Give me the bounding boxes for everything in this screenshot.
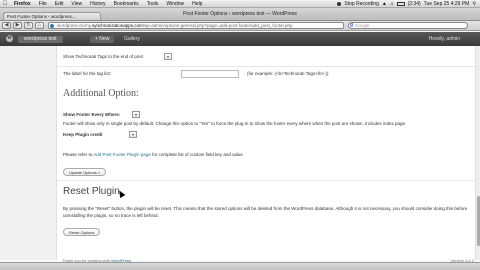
show-footer-everywhere-select[interactable]: ▾ <box>132 111 140 118</box>
divider <box>57 66 480 67</box>
chevron-down-icon: ▾ <box>134 112 137 117</box>
apple-icon[interactable]:  <box>0 1 10 7</box>
add-post-footer-plugin-link[interactable]: Add Post Footer Plugin page <box>93 152 151 157</box>
menu-tools[interactable]: Tools <box>143 1 163 7</box>
google-search-icon: g <box>350 22 354 28</box>
keep-credit-select[interactable]: ▾ <box>129 131 137 138</box>
admin-bar-new-button[interactable]: + New <box>90 36 115 43</box>
reset-desc-line2: uninstalling the plugin, so no trace is … <box>63 213 159 218</box>
reset-desc-line1: By pressing the "Reset" button, the plug… <box>63 206 468 211</box>
technorati-label: Show Technorati Tags to the end of post <box>63 54 143 59</box>
menu-file[interactable]: File <box>35 1 51 7</box>
mac-menubar:  Firefox File Edit View History Bookmar… <box>0 0 480 8</box>
reload-icon: ↻ <box>26 22 31 28</box>
refer-suffix: for complete list of custom field key an… <box>150 152 243 157</box>
technorati-select[interactable]: ▾ <box>164 53 172 60</box>
tag-list-hint: (for example: (<b>Technorati Tags</b>:)) <box>247 71 329 76</box>
refer-text: Please refer to Add Post Footer Plugin p… <box>63 152 243 157</box>
vertical-scrollbar[interactable] <box>475 46 480 260</box>
browser-status-bar <box>0 262 480 270</box>
wifi-icon: ▲ <box>381 0 387 7</box>
url-domain: synchronizationapps.com <box>91 23 143 28</box>
admin-bar-gallery[interactable]: Gallery <box>124 36 140 43</box>
tag-list-field[interactable] <box>181 70 239 78</box>
home-icon: ⌂ <box>37 22 42 28</box>
additional-option-heading: Additional Option: <box>63 88 139 99</box>
clock[interactable]: Tue Sep 25 4:29 PM <box>424 1 470 7</box>
wp-admin-bar: W wordpress test + New Gallery Howdy, ad… <box>0 32 480 46</box>
admin-sidebar <box>0 46 56 260</box>
menu-firefox[interactable]: Firefox <box>10 1 35 7</box>
site-favicon-icon <box>50 24 54 28</box>
record-icon <box>337 1 342 6</box>
home-button[interactable]: ⌂ <box>35 22 44 29</box>
reset-options-button[interactable]: Reset Options <box>63 228 101 236</box>
search-input[interactable]: g Google <box>348 22 468 29</box>
menu-view[interactable]: View <box>67 1 86 7</box>
menu-window[interactable]: Window <box>162 1 188 7</box>
admin-bar-site-name[interactable]: wordpress test <box>18 36 63 43</box>
volume-icon: ♫ <box>389 0 394 7</box>
chevron-down-icon: ▾ <box>131 132 134 137</box>
show-footer-everywhere-label: Show Footer Every Where: <box>63 112 121 117</box>
chevron-down-icon: ▾ <box>166 54 169 59</box>
refer-prefix: Please refer to <box>63 152 94 157</box>
forward-button[interactable]: ▶ <box>13 22 22 29</box>
search-placeholder: Google <box>355 23 370 28</box>
reload-button[interactable]: ↻ <box>24 22 33 29</box>
keep-credit-label: Keep Plugin credit <box>63 132 103 137</box>
battery-time: (2:34) <box>407 0 421 7</box>
url-bar[interactable]: wordpress.clerny.synchronizationapps.com… <box>48 22 344 29</box>
divider <box>57 180 480 181</box>
spotlight-icon[interactable]: ⚲ <box>472 1 476 7</box>
back-arrow-icon: ◀ <box>4 22 9 28</box>
show-footer-everywhere-desc: Footer will show only in single post by … <box>63 121 407 126</box>
reset-plugin-heading: Reset Plugin <box>63 186 120 197</box>
navigation-toolbar: ◀ ▶ ↻ ⌂ wordpress.clerny.synchronization… <box>0 21 480 31</box>
tag-list-label: The label for the tag list: <box>63 71 112 76</box>
back-button[interactable]: ◀ <box>2 22 11 29</box>
menu-history[interactable]: History <box>86 1 110 7</box>
url-host: wordpress.clerny. <box>57 23 92 28</box>
update-options-button[interactable]: Update Options » <box>63 168 107 176</box>
menu-bookmarks[interactable]: Bookmarks <box>110 1 143 7</box>
url-path: /wp-admin/options-general.php?page=add-p… <box>142 23 293 28</box>
browser-tab[interactable]: Post Footer Options ‹ wordpress... <box>3 12 101 20</box>
forward-arrow-icon: ▶ <box>15 22 20 28</box>
menu-help[interactable]: Help <box>188 1 206 7</box>
main-content: Show Technorati Tags to the end of post … <box>56 46 480 260</box>
battery-icon <box>396 1 405 6</box>
wordpress-logo-icon[interactable]: W <box>6 35 13 42</box>
recording-status[interactable]: Stop Recording <box>344 1 378 7</box>
admin-bar-howdy[interactable]: Howdy, admin <box>429 36 460 43</box>
menubar-status-area: Stop Recording ▲ ♫ (2:34) Tue Sep 25 4:2… <box>337 1 480 7</box>
menu-edit[interactable]: Edit <box>51 1 68 7</box>
